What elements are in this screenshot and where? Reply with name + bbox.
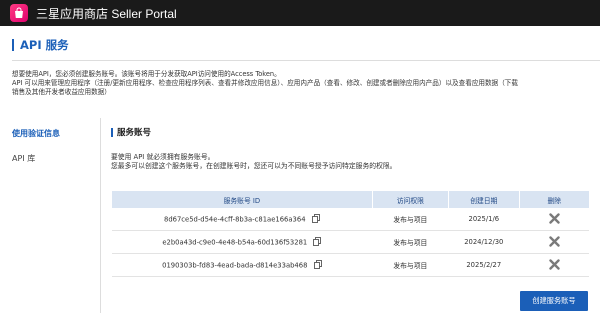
created-date-cell: 2024/12/30: [448, 230, 520, 254]
service-account-table: 服务账号 ID 访问权限 创建日期 删除 8d67ce5d-d54e-4cff-…: [111, 191, 589, 277]
portal-brand-title[interactable]: 三星应用商店 Seller Portal: [36, 5, 177, 22]
column-header-created-date: 创建日期: [447, 191, 520, 208]
account-id-cell: 8d67ce5d-d54e-4cff-8b3a-c81ae166a364: [111, 208, 373, 231]
permission-cell: 发布与项目: [372, 253, 449, 277]
section-desc-line-1: 要使用 API 就必须拥有服务账号。: [111, 153, 215, 161]
delete-cell: [519, 253, 589, 277]
title-accent-bar: [12, 39, 14, 51]
delete-x-icon[interactable]: [548, 235, 560, 249]
permission-cell: 发布与项目: [372, 208, 449, 231]
account-id-text: e2b0a43d-c9e0-4e48-b54a-60d136f53281: [162, 238, 308, 246]
divider: [12, 60, 600, 61]
intro-line-1: 想要使用API，您必须创建服务账号。该账号将用于分发获取API访问使用的Acce…: [12, 70, 281, 78]
sidebar-item-api-library[interactable]: API 库: [12, 153, 35, 164]
section-description: 要使用 API 就必须拥有服务账号。 您最多可以创建这个服务账号，在创建账号时，…: [111, 153, 591, 172]
account-id-text: 0190303b-fd83-4ead-bada-d814e33ab468: [162, 261, 308, 269]
delete-x-icon[interactable]: [548, 258, 560, 272]
copy-icon[interactable]: [313, 259, 322, 271]
copy-icon[interactable]: [313, 236, 322, 248]
section-accent-bar: [111, 128, 113, 137]
section-desc-line-2: 您最多可以创建这个服务账号，在创建账号时，您还可以为不同账号授予访问特定服务的权…: [111, 162, 397, 171]
top-bar: 三星应用商店 Seller Portal: [0, 0, 600, 26]
column-header-permission: 访问权限: [371, 191, 449, 208]
delete-x-icon[interactable]: [548, 212, 560, 226]
delete-cell: [519, 208, 589, 231]
table-row: 0190303b-fd83-4ead-bada-d814e33ab468 发布与…: [111, 253, 589, 277]
intro-line-3: 销售及其他开发者收益应用数据）: [12, 88, 111, 97]
page-title: API 服务: [20, 38, 69, 52]
intro-text: 想要使用API，您必须创建服务账号。该账号将用于分发获取API访问使用的Acce…: [12, 70, 600, 98]
created-date-cell: 2025/1/6: [448, 208, 520, 231]
table-row: e2b0a43d-c9e0-4e48-b54a-60d136f53281 发布与…: [111, 230, 589, 254]
galaxy-store-bag-icon[interactable]: [10, 4, 28, 22]
sidebar: 使用验证信息 API 库: [0, 118, 100, 313]
account-id-cell: e2b0a43d-c9e0-4e48-b54a-60d136f53281: [111, 230, 373, 254]
account-id-cell: 0190303b-fd83-4ead-bada-d814e33ab468: [111, 253, 373, 277]
sidebar-divider: [100, 118, 101, 313]
table-row: 8d67ce5d-d54e-4cff-8b3a-c81ae166a364 发布与…: [111, 208, 589, 231]
sidebar-item-auth-info[interactable]: 使用验证信息: [12, 128, 60, 139]
section-title: 服务账号: [117, 128, 152, 138]
create-service-account-button[interactable]: 创建服务账号: [520, 291, 588, 311]
column-header-delete: 删除: [518, 191, 589, 208]
created-date-cell: 2025/2/27: [448, 253, 520, 277]
column-header-account-id: 服务账号 ID: [111, 191, 373, 208]
table-header-row: 服务账号 ID 访问权限 创建日期 删除: [111, 191, 589, 208]
delete-cell: [519, 230, 589, 254]
account-id-text: 8d67ce5d-d54e-4cff-8b3a-c81ae166a364: [164, 215, 306, 223]
copy-icon[interactable]: [311, 213, 320, 225]
permission-cell: 发布与项目: [372, 230, 449, 254]
